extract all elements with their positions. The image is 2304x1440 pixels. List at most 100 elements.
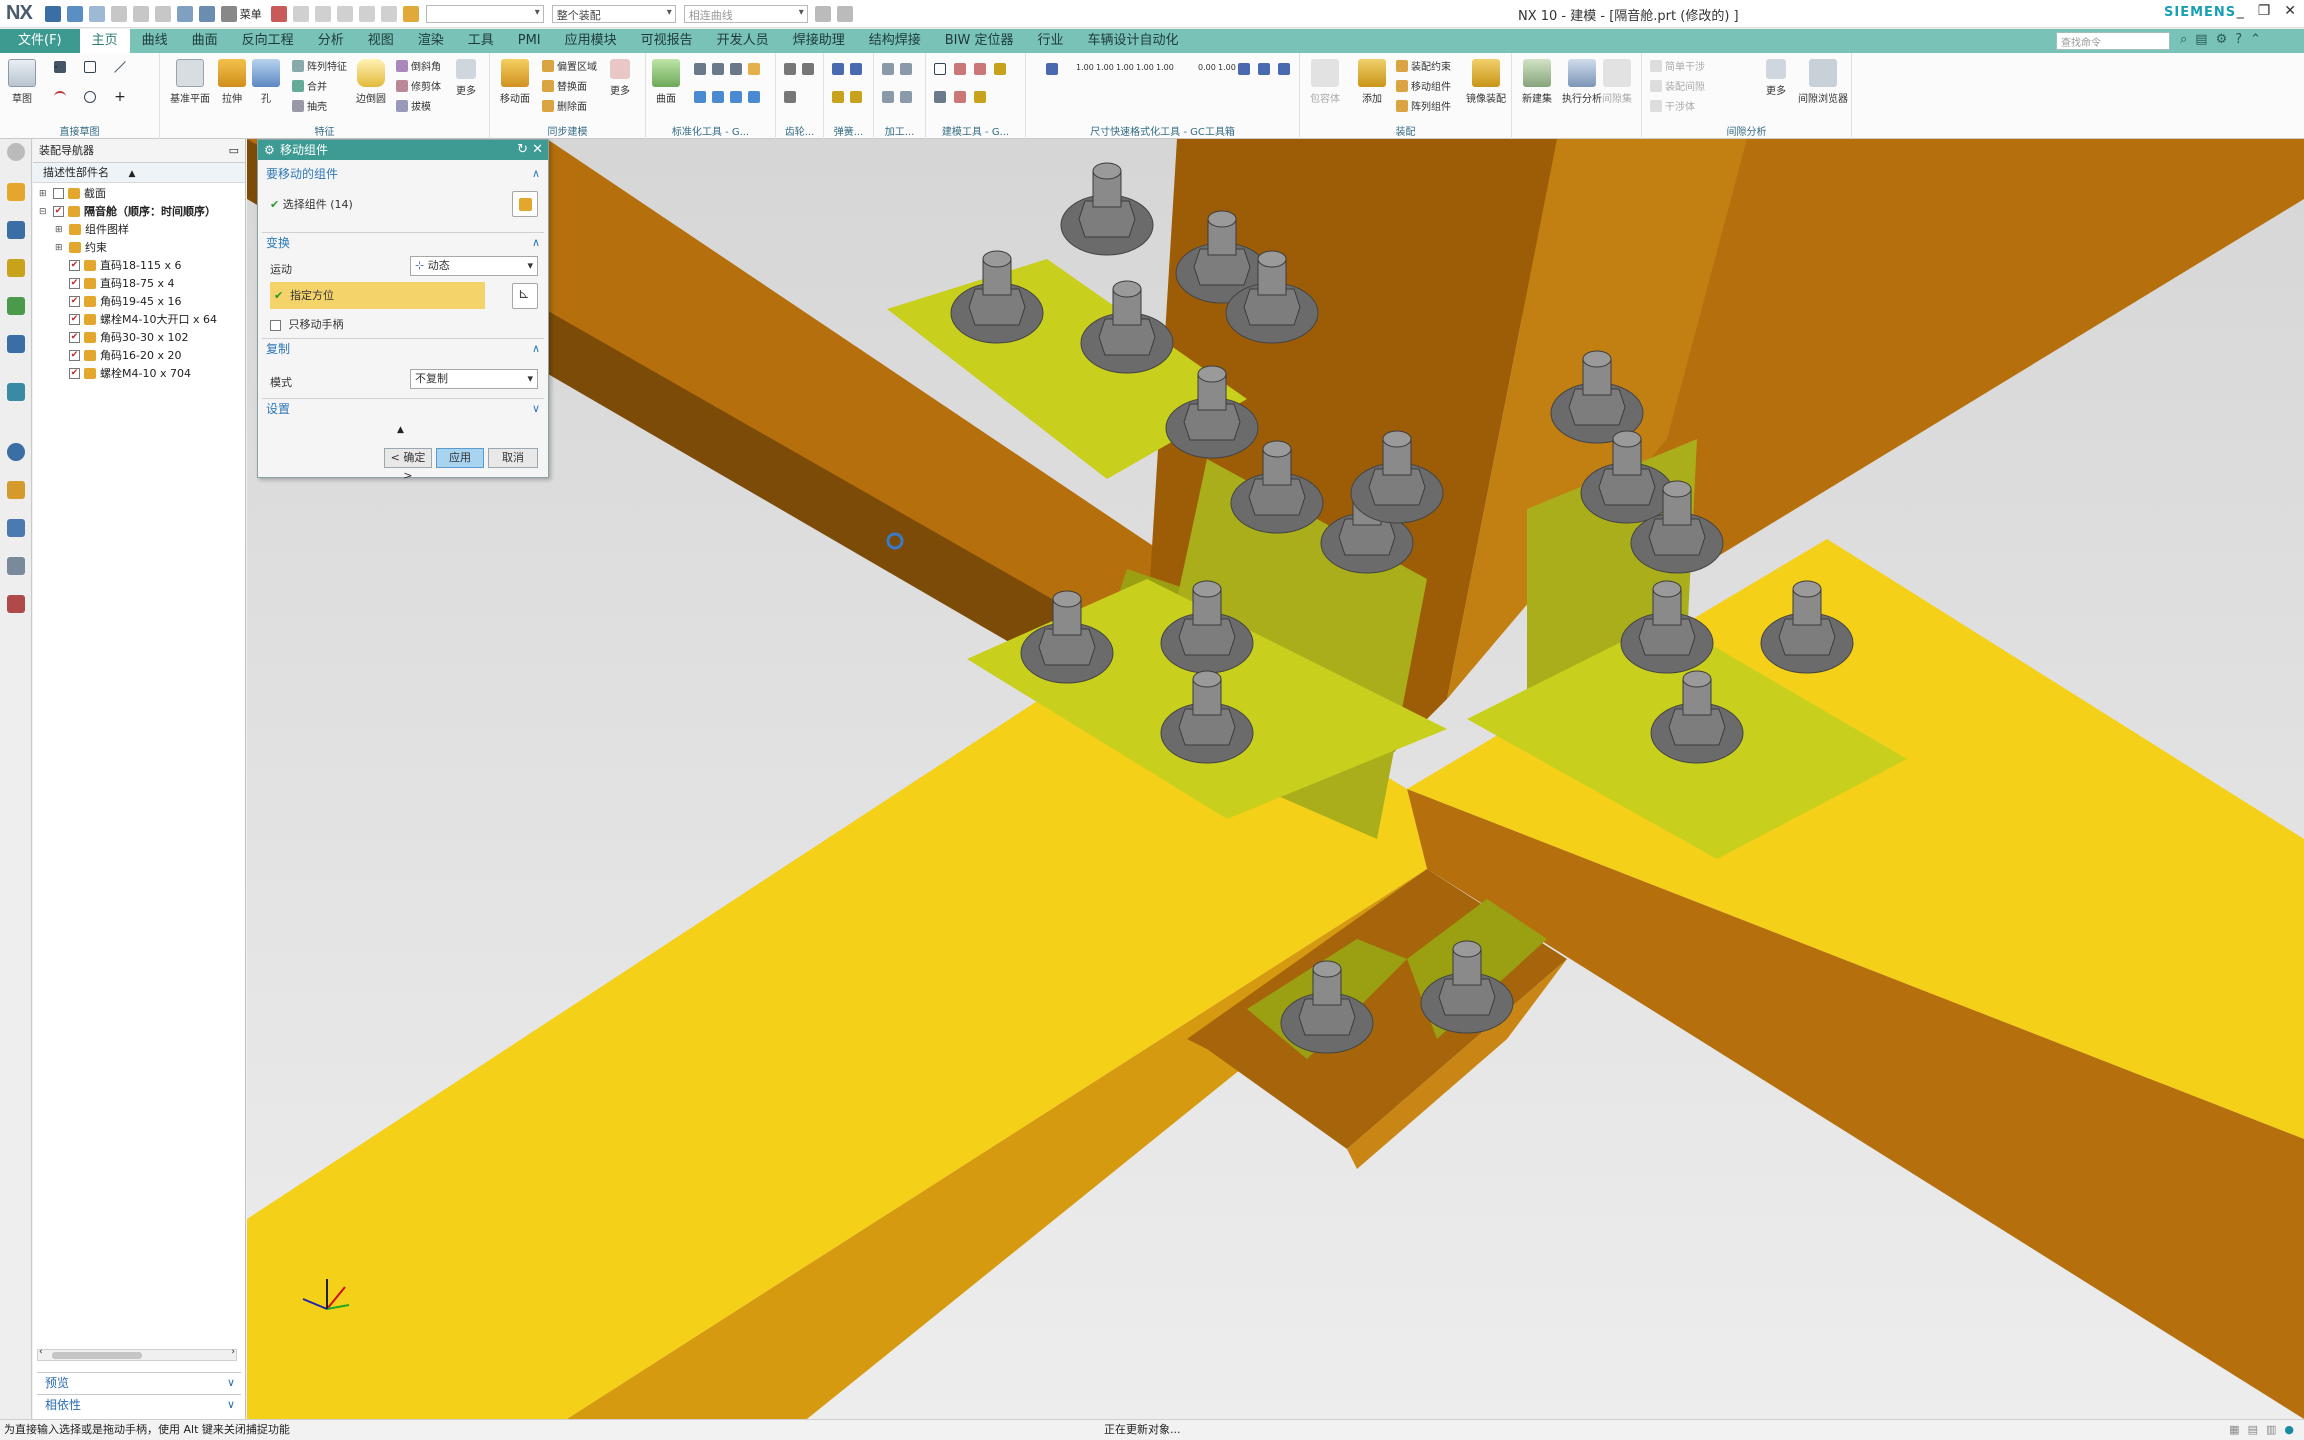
gear-tool-icon[interactable] bbox=[802, 63, 814, 75]
snap-existing-icon[interactable] bbox=[402, 5, 419, 22]
manufacturing-wizard-icon[interactable] bbox=[7, 519, 25, 537]
select-component-row[interactable]: ✔ 选择组件 (14) bbox=[270, 196, 353, 212]
modeling-tool-icon[interactable] bbox=[994, 63, 1006, 75]
assembly-constraint-button[interactable]: 装配约束 bbox=[1396, 58, 1451, 73]
status-icon[interactable]: ▦ bbox=[2229, 1420, 2239, 1440]
rectangle-icon[interactable] bbox=[84, 61, 96, 73]
point-icon[interactable]: + bbox=[114, 90, 126, 104]
unite-button[interactable]: 合并 bbox=[292, 78, 327, 93]
scroll-right-icon[interactable]: › bbox=[231, 1347, 235, 1357]
snap-mid-icon[interactable] bbox=[336, 5, 353, 22]
tool-icon[interactable] bbox=[694, 91, 706, 103]
tool-icon[interactable] bbox=[748, 63, 760, 75]
history-icon[interactable] bbox=[7, 443, 25, 461]
tool-icon[interactable] bbox=[712, 63, 724, 75]
dim-tool-icon[interactable] bbox=[1046, 63, 1058, 75]
select-settings-icon[interactable] bbox=[836, 5, 853, 22]
window-icon[interactable] bbox=[198, 5, 215, 22]
tab-applications[interactable]: 应用模块 bbox=[553, 29, 629, 53]
collapse-ribbon-icon[interactable]: ⌃ bbox=[2250, 32, 2261, 47]
machining-tool-icon[interactable] bbox=[900, 91, 912, 103]
paste-icon[interactable] bbox=[154, 5, 171, 22]
process-studio-icon[interactable] bbox=[7, 481, 25, 499]
select-component-button[interactable] bbox=[512, 191, 538, 217]
dim-format-button[interactable]: 1.00 bbox=[1218, 63, 1236, 72]
tab-visual-report[interactable]: 可视报告 bbox=[629, 29, 705, 53]
tab-tools[interactable]: 工具 bbox=[456, 29, 506, 53]
offset-region-button[interactable]: 偏置区域 bbox=[542, 58, 597, 73]
collapse-icon[interactable]: ⊟ bbox=[39, 203, 47, 221]
system-scene-icon[interactable] bbox=[7, 595, 25, 613]
close-icon[interactable]: ✕ bbox=[532, 140, 543, 160]
save-icon[interactable] bbox=[44, 5, 61, 22]
tree-item[interactable]: ✔ 角码16-20 x 20 bbox=[33, 347, 245, 365]
spring-tool-icon[interactable] bbox=[832, 91, 844, 103]
tab-view[interactable]: 视图 bbox=[356, 29, 406, 53]
expand-icon[interactable]: ⊞ bbox=[39, 185, 47, 203]
new-set-button[interactable]: 新建集 bbox=[1522, 59, 1552, 105]
tab-vehicle-design[interactable]: 车辆设计自动化 bbox=[1075, 29, 1190, 53]
copy-icon[interactable] bbox=[132, 5, 149, 22]
part-navigator-icon[interactable] bbox=[7, 259, 25, 277]
redo-icon[interactable] bbox=[88, 5, 105, 22]
line-icon[interactable] bbox=[114, 61, 126, 73]
tab-home[interactable]: 主页 bbox=[79, 29, 130, 53]
hole-button[interactable]: 孔 bbox=[252, 59, 280, 105]
menu-icon[interactable] bbox=[220, 5, 237, 22]
restore-button[interactable]: ❐ bbox=[2258, 3, 2271, 19]
type-filter-combo[interactable] bbox=[425, 4, 544, 23]
tab-render[interactable]: 渲染 bbox=[406, 29, 456, 53]
command-search-input[interactable]: 查找命令 bbox=[2056, 32, 2170, 50]
tree-item[interactable]: ⊞ 截面 bbox=[33, 185, 245, 203]
tab-structure-weld[interactable]: 结构焊接 bbox=[857, 29, 933, 53]
globe-icon[interactable]: ● bbox=[2284, 1420, 2294, 1440]
undo-icon[interactable] bbox=[66, 5, 83, 22]
trim-body-button[interactable]: 修剪体 bbox=[396, 78, 441, 93]
snap-quad-icon[interactable] bbox=[380, 5, 397, 22]
dim-format-button[interactable]: 1.00 bbox=[1156, 63, 1174, 72]
tree-item[interactable]: ⊟ ✔ 隔音舱（顺序：时间顺序） bbox=[33, 203, 245, 221]
tab-reverse-eng[interactable]: 反向工程 bbox=[230, 29, 306, 53]
spring-tool-icon[interactable] bbox=[832, 63, 844, 75]
circle-icon[interactable] bbox=[84, 91, 96, 103]
reset-icon[interactable]: ↻ bbox=[517, 140, 528, 160]
dim-format-button[interactable]: 1.00 bbox=[1136, 63, 1154, 72]
modeling-tool-icon[interactable] bbox=[954, 91, 966, 103]
assembly-navigator-icon[interactable] bbox=[7, 183, 25, 201]
snap-center-icon[interactable] bbox=[358, 5, 375, 22]
graphics-window[interactable] bbox=[247, 139, 2304, 1419]
close-button[interactable]: ✕ bbox=[2284, 3, 2296, 19]
tool-icon[interactable] bbox=[694, 63, 706, 75]
maximize-icon[interactable]: ▭ bbox=[229, 139, 239, 163]
visibility-checkbox[interactable]: ✔ bbox=[69, 368, 80, 379]
dim-format-button[interactable]: 1.00 bbox=[1076, 63, 1094, 72]
menu-label[interactable]: 菜单 bbox=[240, 6, 262, 22]
role-icon[interactable] bbox=[7, 557, 25, 575]
mirror-assembly-button[interactable]: 镜像装配 bbox=[1466, 59, 1506, 105]
help-icon[interactable]: ? bbox=[2235, 32, 2242, 47]
constraint-navigator-icon[interactable] bbox=[7, 221, 25, 239]
selection-icon[interactable] bbox=[814, 5, 831, 22]
only-move-handle-row[interactable]: 只移动手柄 bbox=[270, 316, 344, 332]
dim-tool-icon[interactable] bbox=[1258, 63, 1270, 75]
dim-format-button[interactable]: 1.00 bbox=[1096, 63, 1114, 72]
tree-item[interactable]: ✔ 角码30-30 x 102 bbox=[33, 329, 245, 347]
scope-filter-combo[interactable]: 整个装配 bbox=[551, 4, 676, 23]
section-components-to-move[interactable]: 要移动的组件 ∧ bbox=[262, 164, 544, 184]
dim-format-button[interactable]: 0.00 bbox=[1198, 63, 1216, 72]
assembly-clearance-button[interactable]: 装配间隙 bbox=[1650, 78, 1705, 93]
perform-analysis-button[interactable]: 执行分析 bbox=[1562, 59, 1602, 105]
minimize-button[interactable]: _ bbox=[2237, 3, 2244, 19]
apply-button[interactable]: 应用 bbox=[436, 448, 484, 468]
modeling-tool-icon[interactable] bbox=[934, 91, 946, 103]
machining-tool-icon[interactable] bbox=[900, 63, 912, 75]
curve-rule-combo[interactable]: 相连曲线 bbox=[683, 4, 808, 23]
section-settings[interactable]: 设置 ∨ bbox=[262, 398, 544, 418]
cut-icon[interactable] bbox=[110, 5, 127, 22]
visibility-checkbox[interactable]: ✔ bbox=[69, 260, 80, 271]
web-browser-icon[interactable] bbox=[7, 383, 25, 401]
motion-select[interactable]: ⊹ 动态 bbox=[410, 256, 538, 276]
modeling-tool-icon[interactable] bbox=[974, 91, 986, 103]
add-component-button[interactable]: 添加 bbox=[1358, 59, 1386, 105]
tab-surface[interactable]: 曲面 bbox=[180, 29, 230, 53]
